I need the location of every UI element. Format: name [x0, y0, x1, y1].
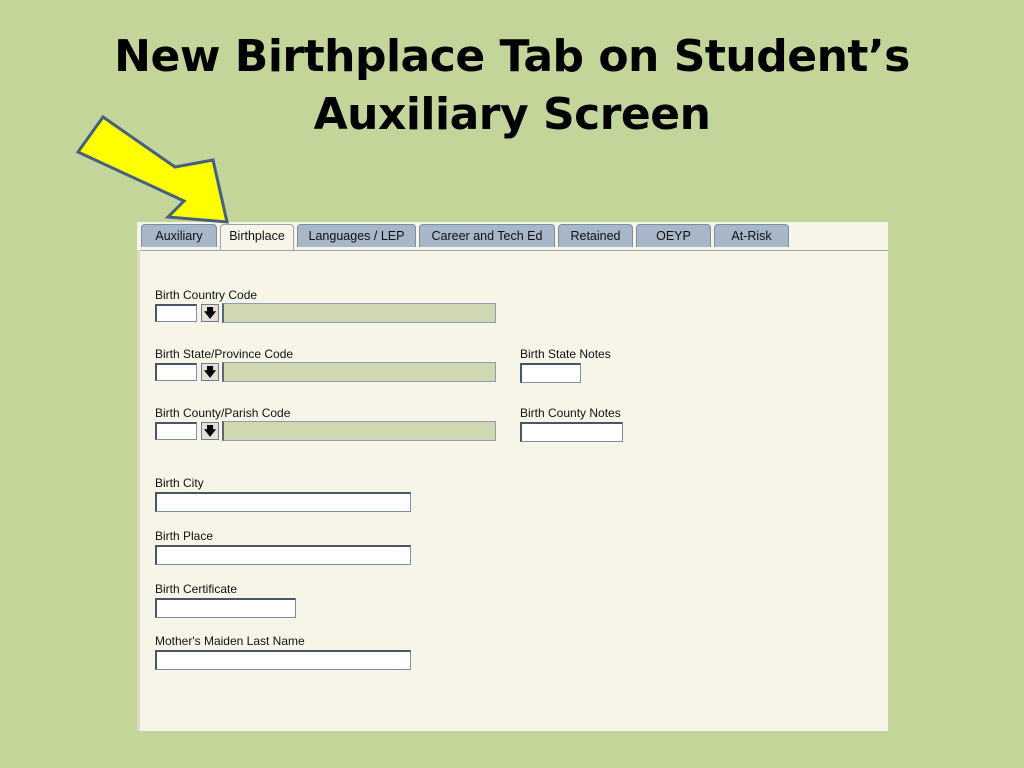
- down-arrow-icon: 🡇: [203, 424, 217, 438]
- birth-place-input[interactable]: [155, 545, 411, 565]
- tab-languages-lep[interactable]: Languages / LEP: [297, 224, 416, 247]
- birth-certificate-input[interactable]: [155, 598, 296, 618]
- birth-city-input[interactable]: [155, 492, 411, 512]
- birth-country-code-input[interactable]: [155, 304, 197, 322]
- tab-bar: Auxiliary Birthplace Languages / LEP Car…: [137, 222, 888, 251]
- mothers-maiden-name-label: Mother's Maiden Last Name: [155, 634, 305, 648]
- birth-city-label: Birth City: [155, 476, 204, 490]
- birth-state-code-label: Birth State/Province Code: [155, 347, 294, 361]
- yellow-arrow-icon: [75, 114, 229, 224]
- tab-career-and-tech-ed[interactable]: Career and Tech Ed: [419, 224, 555, 247]
- birth-county-code-input[interactable]: [155, 422, 197, 440]
- birth-state-description: [222, 362, 496, 382]
- birth-county-lookup-button[interactable]: 🡇: [201, 422, 219, 440]
- birth-county-description: [222, 421, 496, 441]
- auxiliary-panel: Auxiliary Birthplace Languages / LEP Car…: [137, 222, 888, 731]
- birth-state-notes-input[interactable]: [520, 363, 581, 383]
- panel-left-border: [137, 250, 140, 731]
- mothers-maiden-name-input[interactable]: [155, 650, 411, 670]
- birth-county-notes-input[interactable]: [520, 422, 623, 442]
- birth-country-code-label: Birth Country Code: [155, 288, 258, 302]
- birth-state-lookup-button[interactable]: 🡇: [201, 363, 219, 381]
- birth-state-notes-label: Birth State Notes: [520, 347, 611, 361]
- birth-certificate-label: Birth Certificate: [155, 582, 238, 596]
- tab-at-risk[interactable]: At-Risk: [714, 224, 789, 247]
- birth-country-lookup-button[interactable]: 🡇: [201, 304, 219, 322]
- down-arrow-icon: 🡇: [203, 365, 217, 379]
- down-arrow-icon: 🡇: [203, 306, 217, 320]
- tab-retained[interactable]: Retained: [558, 224, 633, 247]
- birth-state-code-input[interactable]: [155, 363, 197, 381]
- tab-oeyp[interactable]: OEYP: [636, 224, 711, 247]
- birth-place-label: Birth Place: [155, 529, 214, 543]
- birth-county-code-label: Birth County/Parish Code: [155, 406, 291, 420]
- slide-title-line-1: New Birthplace Tab on Student’s: [114, 31, 910, 82]
- birth-county-notes-label: Birth County Notes: [520, 406, 621, 420]
- birth-country-description: [222, 303, 496, 323]
